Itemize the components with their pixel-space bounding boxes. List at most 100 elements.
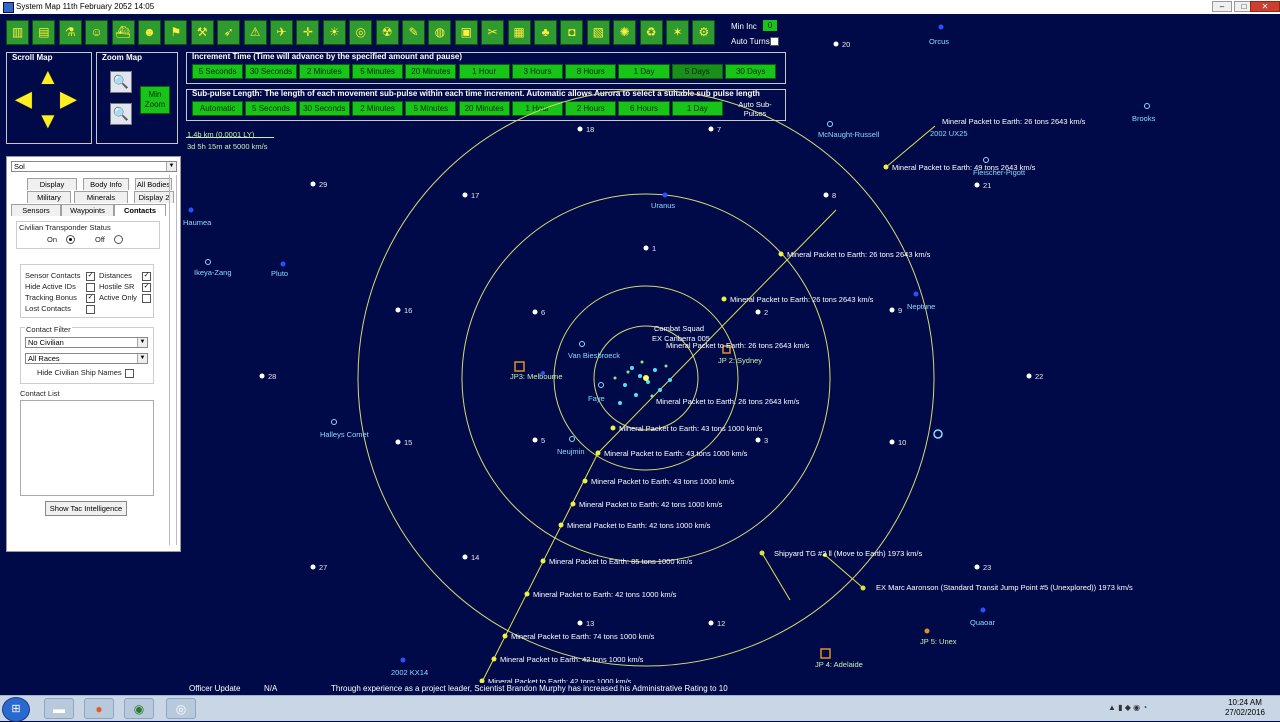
ship-marker	[582, 478, 588, 484]
body-label[interactable]: Pluto	[271, 269, 288, 278]
ship-marker	[491, 656, 497, 662]
civilian-filter-select[interactable]: No Civilian ▼	[25, 337, 148, 348]
ship-label[interactable]: Mineral Packet to Earth: 43 tons 1000 km…	[619, 424, 762, 433]
ring-marker	[395, 307, 401, 313]
ship-marker	[570, 501, 576, 507]
race-filter-select[interactable]: All Races ▼	[25, 353, 148, 364]
option-label-0: Sensor Contacts	[25, 271, 81, 280]
tab-all-bodies[interactable]: All Bodies	[135, 178, 172, 190]
ship-marker	[595, 450, 601, 456]
ship-marker	[721, 296, 727, 302]
option-checkbox-3[interactable]: ✓	[142, 283, 151, 292]
body-label[interactable]: Van Biesbroeck	[568, 351, 620, 360]
ship-label[interactable]: Mineral Packet to Earth: 26 tons 2643 km…	[656, 397, 799, 406]
ship-label[interactable]: Combat Squad	[654, 324, 704, 333]
body-label[interactable]: Neptune	[907, 302, 935, 311]
system-map-canvas[interactable]	[0, 0, 1280, 720]
hide-names-checkbox[interactable]	[125, 369, 134, 378]
option-checkbox-2[interactable]	[86, 283, 95, 292]
option-label-6: Lost Contacts	[25, 304, 71, 313]
body-label[interactable]: Haumea	[183, 218, 211, 227]
body-label[interactable]: Ikeya-Zang	[194, 268, 232, 277]
option-label-2: Hide Active IDs	[25, 282, 76, 291]
ship-label[interactable]: Mineral Packet to Earth: 42 tons 1000 km…	[579, 500, 722, 509]
body-label[interactable]: McNaught-Russell	[818, 130, 879, 139]
ship-marker	[502, 633, 508, 639]
taskbar-explorer[interactable]: ▬	[44, 698, 74, 719]
taskbar-aurora[interactable]: ◉	[124, 698, 154, 719]
ship-label[interactable]: Mineral Packet to Earth: 42 tons 1000 km…	[533, 590, 676, 599]
contact-list[interactable]	[20, 400, 154, 496]
body-label[interactable]: Faye	[588, 394, 605, 403]
body-label[interactable]: Quaoar	[970, 618, 995, 627]
option-checkbox-6[interactable]	[86, 305, 95, 314]
taskbar-obs[interactable]: ◎	[166, 698, 196, 719]
ring-number-9: 9	[898, 306, 903, 315]
packet-trail	[884, 125, 936, 169]
show-tac-intelligence-button[interactable]: Show Tac Intelligence	[45, 501, 127, 516]
body-label[interactable]: Halleys Comet	[320, 430, 369, 439]
ring-marker	[643, 245, 649, 251]
body-label[interactable]: Uranus	[651, 201, 675, 210]
body-label[interactable]: Orcus	[929, 37, 949, 46]
tab-contacts[interactable]: Contacts	[114, 204, 166, 216]
ship-label[interactable]: Mineral Packet to Earth: 49 tons 2643 km…	[892, 163, 1035, 172]
panel-frame	[169, 175, 177, 545]
tab-display[interactable]: Display	[27, 178, 77, 190]
ring-number-29: 29	[319, 180, 328, 189]
ship-label[interactable]: EX Canberra 005	[652, 334, 710, 343]
jump-point-label[interactable]: JP 5: Unex	[920, 637, 957, 646]
ring-number-17: 17	[471, 191, 480, 200]
start-button[interactable]: ⊞	[2, 697, 30, 722]
option-checkbox-0[interactable]: ✓	[86, 272, 95, 281]
tab-display-2[interactable]: Display 2	[134, 191, 174, 203]
body-label[interactable]: 2002 UX25	[930, 129, 968, 138]
tab-body-info[interactable]: Body Info	[83, 178, 129, 190]
packet-trail	[481, 452, 599, 683]
ship-label[interactable]: Mineral Packet to Earth: 43 tons 1000 km…	[604, 449, 747, 458]
officer-update-label: Officer Update	[189, 684, 241, 693]
status-bar: Officer Update N/A Through experience as…	[0, 683, 1280, 694]
clock-date: 27/02/2016	[1224, 708, 1266, 717]
body-label[interactable]: Neujmin	[557, 447, 585, 456]
jump-point-label[interactable]: JP 2: Sydney	[718, 356, 762, 365]
ship-label[interactable]: EX Marc Aaronson (Standard Transit Jump …	[876, 583, 1133, 592]
taskbar-firefox[interactable]: ●	[84, 698, 114, 719]
packet-trail	[761, 552, 791, 601]
body-label[interactable]: Brooks	[1132, 114, 1155, 123]
ring-marker	[974, 564, 980, 570]
ring-marker	[889, 307, 895, 313]
option-checkbox-1[interactable]: ✓	[142, 272, 151, 281]
tab-minerals[interactable]: Minerals	[74, 191, 128, 203]
ring-marker	[310, 564, 316, 570]
packet-trail	[597, 209, 837, 454]
ship-label[interactable]: Mineral Packet to Earth: 26 tons 2643 km…	[787, 250, 930, 259]
ship-label[interactable]: Shipyard TG #2 ll (Move to Earth) 1973 k…	[774, 549, 922, 558]
ring-number-2: 2	[764, 308, 769, 317]
transponder-label: Civilian Transponder Status	[19, 223, 111, 232]
ship-label[interactable]: Mineral Packet to Earth: 26 tons 2643 km…	[730, 295, 873, 304]
tab-sensors[interactable]: Sensors	[11, 204, 61, 216]
ring-number-18: 18	[586, 125, 595, 134]
jump-point-label[interactable]: JP3: Melbourne	[510, 372, 563, 381]
tab-waypoints[interactable]: Waypoints	[61, 204, 114, 216]
ship-label[interactable]: Mineral Packet to Earth: 26 tons 2643 km…	[942, 117, 1085, 126]
ring-marker	[889, 439, 895, 445]
ship-label[interactable]: Mineral Packet to Earth: 42 tons 1000 km…	[500, 655, 643, 664]
ship-label[interactable]: Mineral Packet to Earth: 43 tons 1000 km…	[591, 477, 734, 486]
ring-number-1: 1	[652, 244, 657, 253]
option-checkbox-4[interactable]: ✓	[86, 294, 95, 303]
on-radio[interactable]	[66, 235, 75, 244]
tray-icons[interactable]: ▲ ▮ ◆ ◉ ◔	[1108, 703, 1147, 712]
packet-trail	[824, 554, 863, 588]
jump-point-label[interactable]: JP 4: Adelaide	[815, 660, 863, 669]
ship-label[interactable]: Mineral Packet to Earth: 42 tons 1000 km…	[567, 521, 710, 530]
option-checkbox-5[interactable]	[142, 294, 151, 303]
ship-label[interactable]: Mineral Packet to Earth: 85 tons 1000 km…	[549, 557, 692, 566]
ship-label[interactable]: Mineral Packet to Earth: 74 tons 1000 km…	[511, 632, 654, 641]
off-radio[interactable]	[114, 235, 123, 244]
body-label[interactable]: 2002 KX14	[391, 668, 428, 677]
tab-military[interactable]: Military	[27, 191, 71, 203]
record-icon: ◎	[175, 702, 187, 716]
system-select[interactable]: Sol ▼	[11, 161, 177, 172]
